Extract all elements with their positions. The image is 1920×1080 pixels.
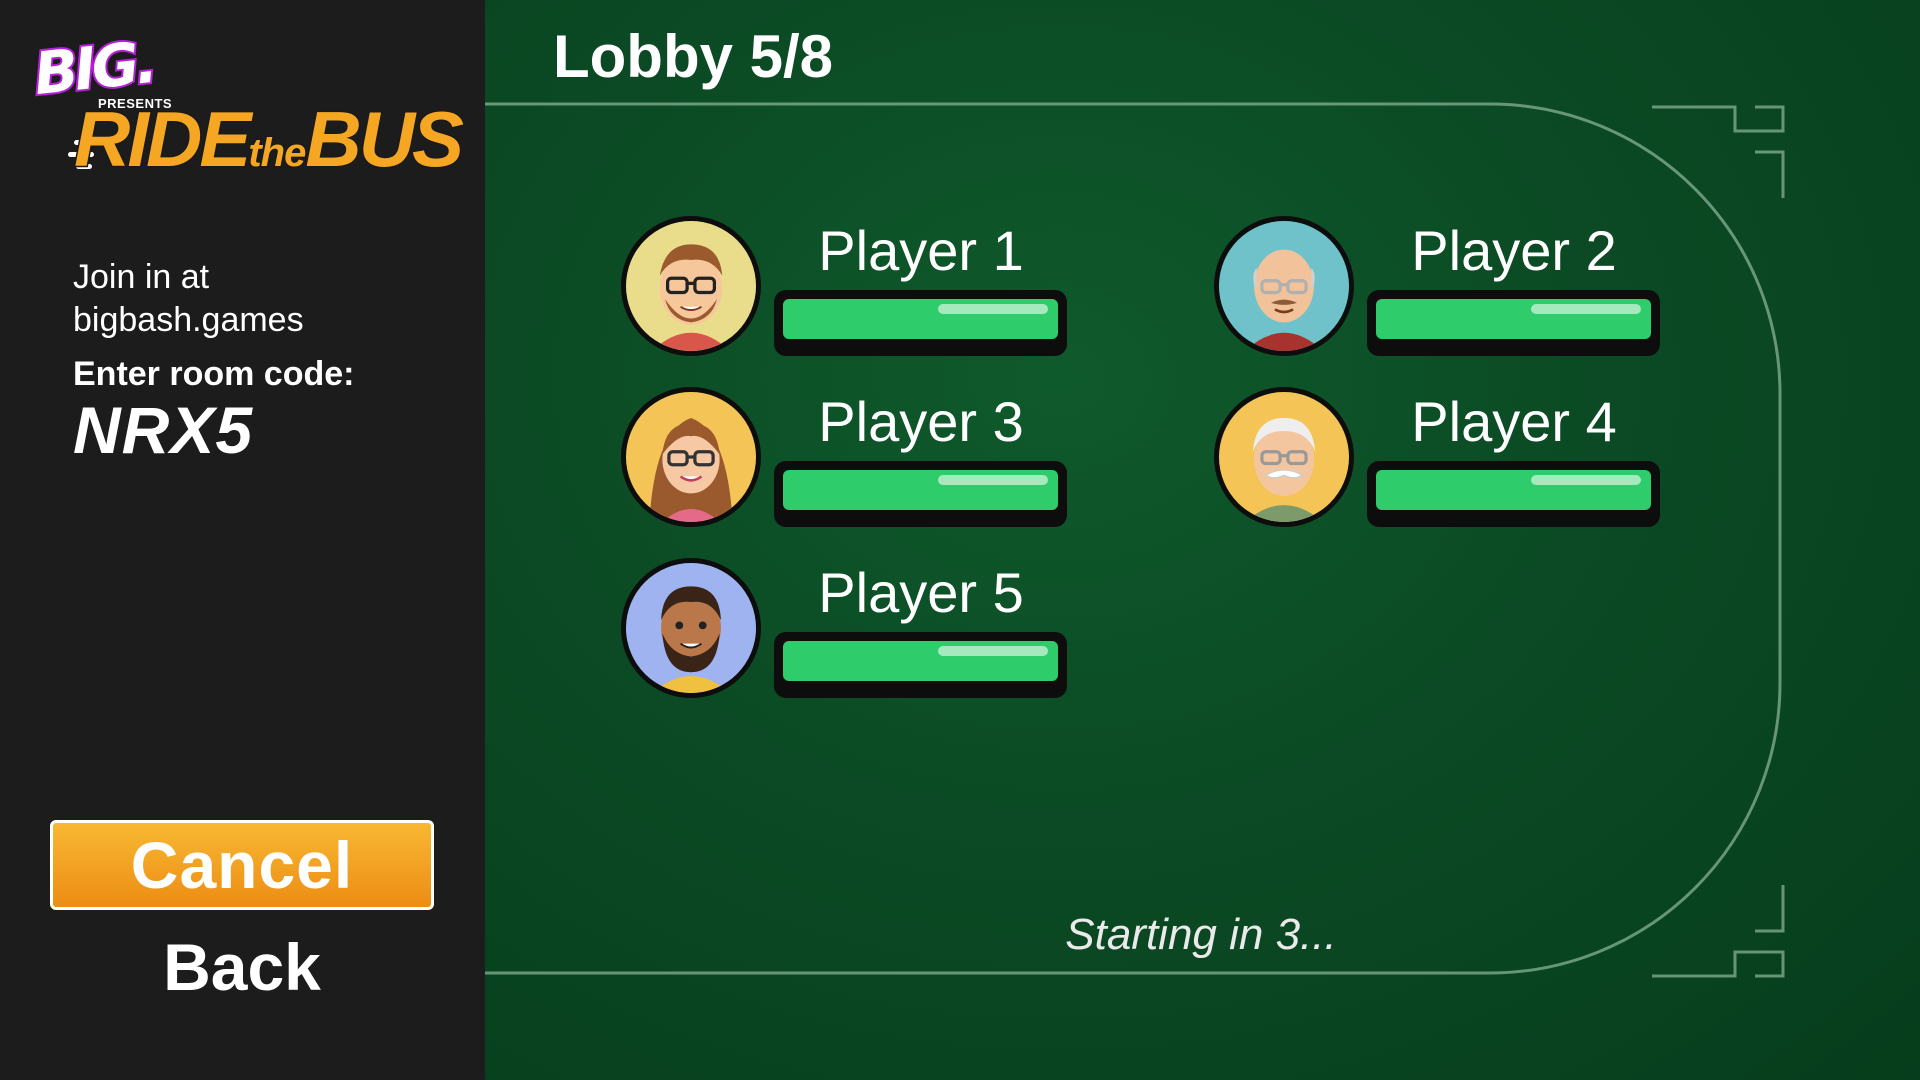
bald-man-glasses-avatar — [1214, 216, 1354, 356]
countdown-status: Starting in 3... — [1065, 910, 1337, 959]
logo-title: RIDEtheBUS — [72, 99, 465, 180]
join-line-1: Join in at — [73, 258, 210, 296]
bar-shine — [1531, 304, 1641, 314]
player-name: Player 1 — [818, 219, 1024, 282]
lobby-title: Lobby 5/8 — [553, 23, 834, 90]
room-code: NRX5 — [73, 393, 254, 467]
young-man-glasses-avatar — [621, 216, 761, 356]
cancel-button[interactable]: Cancel — [50, 820, 434, 910]
logo-the: the — [247, 131, 308, 175]
woman-glasses-avatar — [621, 387, 761, 527]
ready-bar-fill — [1376, 299, 1651, 339]
ride-the-bus-logo: BIG. PRESENTS RIDEtheBUS — [29, 26, 466, 184]
player-slot-2: Player 2 — [1214, 216, 1664, 366]
ready-bar-fill — [783, 299, 1058, 339]
player-slot-5: Player 5 — [621, 558, 1071, 708]
player-name: Player 3 — [818, 390, 1024, 453]
player-ready-bar — [774, 461, 1067, 527]
join-instructions: Join in at bigbash.games — [73, 256, 304, 342]
bar-shine — [938, 475, 1048, 485]
player-ready-bar — [1367, 461, 1660, 527]
player-name: Player 4 — [1411, 390, 1617, 453]
ready-bar-fill — [783, 470, 1058, 510]
sidebar: BIG. PRESENTS RIDEtheBUS Join in at bigb… — [0, 0, 485, 1080]
bar-shine — [938, 304, 1048, 314]
bar-shine — [1531, 475, 1641, 485]
room-code-label: Enter room code: — [73, 355, 355, 393]
player-slot-4: Player 4 — [1214, 387, 1664, 537]
ready-bar-fill — [1376, 470, 1651, 510]
bearded-man-avatar — [621, 558, 761, 698]
corner-ornament-bottom — [1652, 885, 1785, 978]
player-slot-1: Player 1 — [621, 216, 1071, 366]
player-name: Player 2 — [1411, 219, 1617, 282]
join-url: bigbash.games — [73, 301, 304, 339]
bar-shine — [938, 646, 1048, 656]
player-ready-bar — [1367, 290, 1660, 356]
player-name: Player 5 — [818, 561, 1024, 624]
ready-bar-fill — [783, 641, 1058, 681]
old-man-mustache-avatar — [1214, 387, 1354, 527]
logo-bus: BUS — [304, 95, 466, 183]
back-button[interactable]: Back — [50, 925, 434, 1009]
player-slot-3: Player 3 — [621, 387, 1071, 537]
lobby-table: Lobby 5/8 Player 1 Player 2 Player 3 Pla… — [485, 0, 1920, 1080]
player-ready-bar — [774, 632, 1067, 698]
corner-ornament-top — [1652, 105, 1785, 198]
player-ready-bar — [774, 290, 1067, 356]
logo-ride: RIDE — [72, 95, 252, 183]
